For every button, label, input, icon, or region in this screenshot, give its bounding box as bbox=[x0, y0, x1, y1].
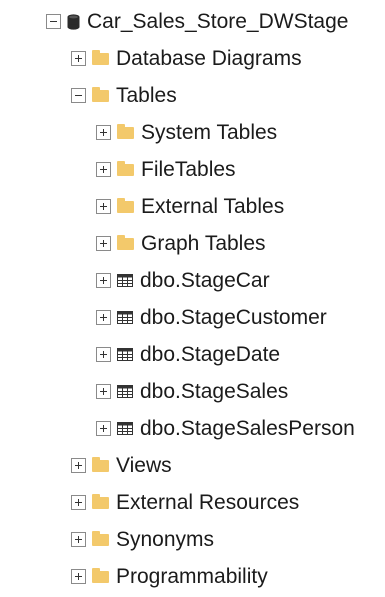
tree-node-table-stagesalesperson[interactable]: dbo.StageSalesPerson bbox=[96, 410, 355, 447]
expand-toggle[interactable] bbox=[71, 458, 86, 473]
folder-icon bbox=[92, 457, 109, 472]
tree-node-views[interactable]: Views bbox=[71, 447, 172, 484]
table-icon bbox=[117, 385, 133, 398]
tree-node-label: dbo.StageDate bbox=[140, 343, 281, 366]
expand-toggle[interactable] bbox=[96, 199, 111, 214]
tree-node-label: External Resources bbox=[116, 491, 300, 514]
tree-node-external-tables[interactable]: External Tables bbox=[96, 188, 284, 225]
tree-node-tables[interactable]: Tables bbox=[71, 77, 177, 114]
tree-node-filetables[interactable]: FileTables bbox=[96, 151, 236, 188]
tree-node-graph-tables[interactable]: Graph Tables bbox=[96, 225, 266, 262]
tree-node-label: dbo.StageCustomer bbox=[140, 306, 327, 329]
tree-node-label: FileTables bbox=[141, 158, 236, 181]
expand-toggle[interactable] bbox=[71, 532, 86, 547]
expand-toggle[interactable] bbox=[71, 569, 86, 584]
tree-node-synonyms[interactable]: Synonyms bbox=[71, 521, 214, 558]
expand-toggle[interactable] bbox=[71, 51, 86, 66]
tree-node-system-tables[interactable]: System Tables bbox=[96, 114, 277, 151]
table-icon bbox=[117, 311, 133, 324]
expand-toggle[interactable] bbox=[96, 384, 111, 399]
folder-icon bbox=[117, 124, 134, 139]
tree-node-label: Database Diagrams bbox=[116, 47, 302, 70]
collapse-toggle[interactable] bbox=[71, 88, 86, 103]
tree-node-database[interactable]: Car_Sales_Store_DWStage bbox=[46, 3, 348, 40]
expand-toggle[interactable] bbox=[96, 310, 111, 325]
tree-node-table-stagecustomer[interactable]: dbo.StageCustomer bbox=[96, 299, 327, 336]
folder-icon bbox=[92, 568, 109, 583]
expand-toggle[interactable] bbox=[96, 273, 111, 288]
tree-node-label: Programmability bbox=[116, 565, 268, 588]
expand-toggle[interactable] bbox=[71, 495, 86, 510]
folder-icon bbox=[117, 161, 134, 176]
tree-node-label: System Tables bbox=[141, 121, 278, 144]
expand-toggle[interactable] bbox=[96, 347, 111, 362]
database-icon bbox=[67, 13, 80, 30]
tree-node-label: dbo.StageSales bbox=[140, 380, 289, 403]
tree-node-database-diagrams[interactable]: Database Diagrams bbox=[71, 40, 302, 77]
table-icon bbox=[117, 274, 133, 287]
tree-node-table-stagecar[interactable]: dbo.StageCar bbox=[96, 262, 270, 299]
tree-node-table-stagesales[interactable]: dbo.StageSales bbox=[96, 373, 288, 410]
tree-node-programmability[interactable]: Programmability bbox=[71, 558, 268, 595]
tree-node-label: Car_Sales_Store_DWStage bbox=[87, 10, 349, 33]
folder-icon bbox=[92, 494, 109, 509]
expand-toggle[interactable] bbox=[96, 125, 111, 140]
tree-node-label: Tables bbox=[116, 84, 177, 107]
tree-node-table-stagedate[interactable]: dbo.StageDate bbox=[96, 336, 280, 373]
tree-node-label: dbo.StageCar bbox=[140, 269, 270, 292]
folder-icon bbox=[117, 235, 134, 250]
tree-node-label: Synonyms bbox=[116, 528, 215, 551]
collapse-toggle[interactable] bbox=[46, 14, 61, 29]
folder-icon bbox=[92, 50, 109, 65]
tree-node-label: External Tables bbox=[141, 195, 285, 218]
table-icon bbox=[117, 422, 133, 435]
tree-node-label: Graph Tables bbox=[141, 232, 266, 255]
tree-node-label: dbo.StageSalesPerson bbox=[140, 417, 355, 440]
expand-toggle[interactable] bbox=[96, 421, 111, 436]
folder-icon bbox=[92, 87, 109, 102]
expand-toggle[interactable] bbox=[96, 236, 111, 251]
object-explorer-tree: Car_Sales_Store_DWStage Database Diagram… bbox=[0, 0, 385, 597]
folder-icon bbox=[117, 198, 134, 213]
tree-node-external-resources[interactable]: External Resources bbox=[71, 484, 299, 521]
table-icon bbox=[117, 348, 133, 361]
expand-toggle[interactable] bbox=[96, 162, 111, 177]
folder-icon bbox=[92, 531, 109, 546]
tree-node-label: Views bbox=[116, 454, 172, 477]
